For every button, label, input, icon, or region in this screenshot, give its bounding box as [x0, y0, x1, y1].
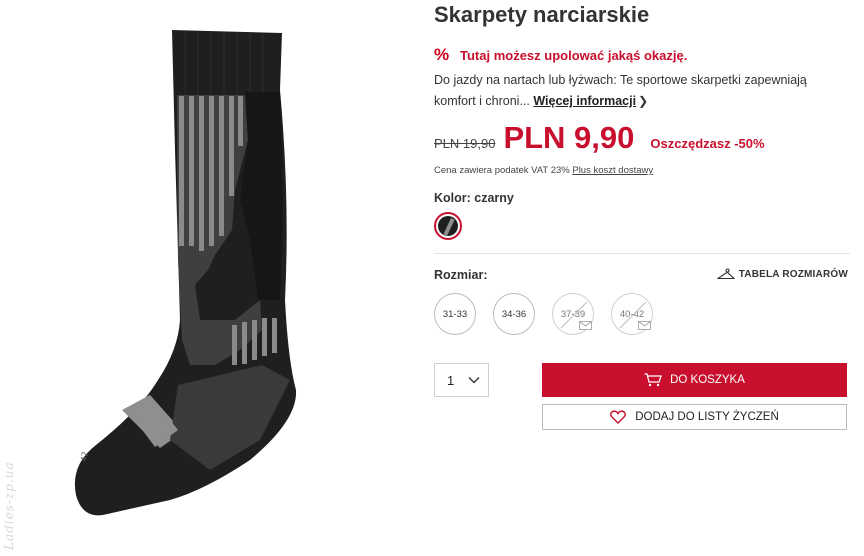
more-info-link[interactable]: Więcej informacji [533, 94, 636, 108]
chevron-down-icon [468, 377, 480, 384]
size-option-40-42[interactable]: 40-42 [611, 293, 653, 335]
vat-text: Cena zawiera podatek VAT 23% [434, 165, 570, 176]
size-option-31-33[interactable]: 31-33 [434, 293, 476, 335]
size-table-link[interactable]: TABELA ROZMIARÓW [716, 268, 848, 280]
size-label: Rozmiar: [434, 268, 488, 282]
add-to-cart-label: DO KOSZYKA [670, 374, 745, 386]
size-option-label: 31-33 [442, 308, 468, 320]
saving-badge: Oszczędzasz -50% [650, 136, 765, 151]
add-to-cart-button[interactable]: DO KOSZYKA [542, 363, 847, 397]
size-table-label: TABELA ROZMIARÓW [738, 268, 848, 280]
percent-icon: % [434, 45, 450, 64]
mail-icon [579, 321, 592, 330]
hanger-icon [716, 268, 735, 280]
promo-text: Tutaj możesz upolować jakąś okazję. [460, 47, 688, 63]
divider [434, 253, 850, 254]
size-option-label: 34-36 [501, 308, 527, 320]
vat-note: Cena zawiera podatek VAT 23% Plus koszt … [434, 165, 653, 176]
mail-icon [638, 321, 651, 330]
product-title: Skarpety narciarskie [434, 2, 650, 27]
sock-illustration: 42 [74, 30, 297, 516]
quantity-value: 1 [447, 372, 455, 388]
add-to-wishlist-button[interactable]: DODAJ DO LISTY ŻYCZEŃ [542, 404, 847, 430]
size-options: 31-33 34-36 37-39 40-42 [434, 293, 670, 335]
add-to-wishlist-label: DODAJ DO LISTY ŻYCZEŃ [635, 411, 779, 423]
swatch-image [438, 216, 458, 236]
color-swatch-black[interactable] [434, 212, 462, 240]
heart-icon [610, 410, 627, 424]
quantity-select[interactable]: 1 [434, 363, 489, 397]
color-label: Kolor: czarny [434, 191, 514, 205]
price-row: PLN 19,90 PLN 9,90 Oszczędzasz -50% [434, 120, 765, 156]
chevron-right-icon: ❯ [638, 94, 649, 108]
watermark: Ladies-zp.ua [2, 461, 16, 550]
size-option-34-36[interactable]: 34-36 [493, 293, 535, 335]
product-description: Do jazdy na nartach lub łyżwach: Te spor… [434, 70, 852, 112]
product-image[interactable]: 42 Ladies-zp.ua [0, 0, 408, 556]
shipping-cost-link[interactable]: Plus koszt dostawy [572, 165, 653, 176]
sock-size-tag: 42 [79, 451, 90, 463]
size-option-37-39[interactable]: 37-39 [552, 293, 594, 335]
current-price: PLN 9,90 [503, 120, 635, 155]
old-price: PLN 19,90 [434, 136, 496, 151]
cart-icon [644, 373, 662, 387]
promo-banner: % Tutaj możesz upolować jakąś okazję. [434, 45, 687, 65]
